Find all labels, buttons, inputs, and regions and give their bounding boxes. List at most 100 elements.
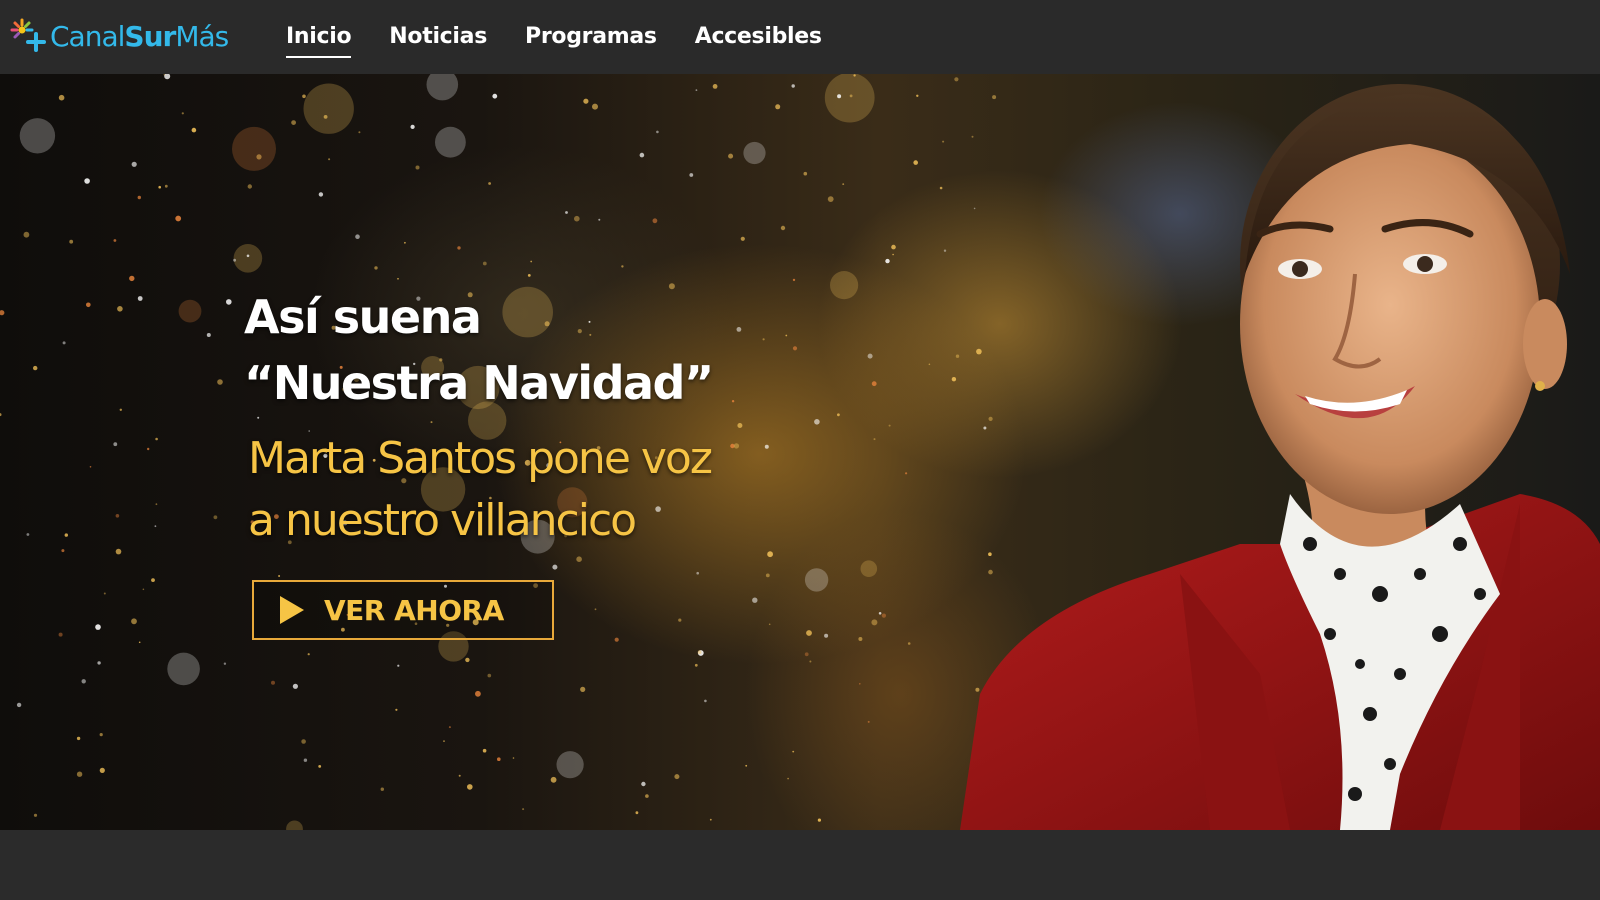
sparkle-dot: [888, 424, 891, 427]
sparkle-dot: [154, 525, 157, 528]
sparkle-dot: [247, 184, 252, 189]
sparkle-dot: [928, 363, 931, 366]
sparkle-dot: [867, 720, 870, 723]
nav-item-accesibles[interactable]: Accesibles: [695, 20, 822, 54]
brand-name: CanalSurMás: [50, 19, 229, 53]
sparkle-dot: [26, 533, 30, 536]
sparkle-dot: [853, 74, 856, 77]
sparkle-dot: [217, 379, 223, 385]
bokeh-light: [167, 652, 200, 686]
presenter-photo: [960, 84, 1600, 830]
sparkle-dot: [301, 739, 306, 744]
sparkle-dot: [467, 784, 473, 790]
sparkle-dot: [740, 236, 745, 241]
sparkle-dot: [380, 787, 384, 791]
sparkle-dot: [233, 258, 237, 262]
sparkle-dot: [76, 771, 83, 777]
sparkle-dot: [791, 84, 795, 88]
sparkle-dot: [652, 218, 658, 224]
sparkle-dot: [181, 112, 184, 115]
sparkle-dot: [565, 211, 568, 214]
canalsurmas-logo[interactable]: CanalSurMás: [8, 10, 229, 62]
sparkle-dot: [704, 699, 707, 703]
sparkle-dot: [943, 249, 947, 252]
sparkle-dot: [814, 419, 820, 425]
sparkle-dot: [397, 278, 399, 280]
sparkle-dot: [117, 306, 123, 312]
sparkle-dot: [246, 254, 250, 258]
sparkle-dot: [58, 632, 63, 637]
sparkle-dot: [307, 653, 310, 656]
sparkle-dot: [752, 597, 758, 603]
hero-subtitle: Marta Santos pone voz a nuestro villanci…: [248, 428, 808, 552]
sparkle-dot: [129, 275, 135, 282]
nav-item-noticias[interactable]: Noticias: [389, 20, 487, 54]
sparkle-dot: [696, 571, 699, 575]
sparkle-dot: [954, 77, 959, 82]
sparkle-dot: [885, 258, 890, 264]
sparkle-dot: [355, 234, 360, 239]
sparkle-dot: [292, 683, 298, 689]
sparkle-dot: [873, 438, 876, 441]
sparkle-dot: [64, 533, 69, 537]
sparkle-dot: [695, 89, 698, 91]
nav-item-inicio[interactable]: Inicio: [286, 20, 352, 58]
sparkle-dot: [328, 158, 331, 161]
sparkle-dot: [137, 195, 141, 200]
sparkle-dot: [318, 192, 324, 197]
sparkle-dot: [158, 185, 161, 189]
sparkle-dot: [951, 377, 957, 382]
hero-headline-line1: Así suena: [244, 290, 482, 344]
sparkle-dot: [881, 613, 887, 618]
sparkle-dot: [226, 299, 232, 305]
sparkle-dot: [131, 618, 137, 625]
sparkle-dot: [58, 94, 65, 101]
hero-headline: Así suena “Nuestra Navidad”: [244, 284, 804, 416]
sun-plus-icon: [10, 18, 46, 52]
play-icon: [280, 596, 304, 624]
sparkle-dot: [939, 186, 943, 190]
watch-now-button[interactable]: VER AHORA: [252, 580, 554, 640]
sparkle-dot: [99, 767, 105, 774]
sparkle-dot: [806, 630, 812, 636]
sparkle-dot: [410, 124, 415, 129]
sparkle-dot: [621, 265, 624, 268]
brand-name-part1: Canal: [50, 19, 125, 53]
bokeh-light: [426, 74, 459, 101]
sparkle-dot: [694, 663, 698, 667]
sparkle-dot: [780, 225, 786, 231]
sparkle-dot: [689, 173, 694, 177]
sparkle-dot: [583, 98, 589, 104]
sparkle-dot: [397, 664, 400, 667]
sparkle-dot: [206, 333, 211, 337]
sparkle-dot: [103, 592, 106, 595]
sparkle-dot: [97, 661, 101, 665]
sparkle-dot: [291, 120, 296, 125]
sparkle-dot: [113, 442, 118, 447]
nav-item-programas[interactable]: Programas: [525, 20, 657, 54]
sparkle-dot: [404, 241, 406, 244]
sparkle-dot: [151, 578, 155, 582]
sparkle-dot: [598, 218, 601, 221]
sparkle-dot: [16, 702, 22, 708]
sparkle-dot: [745, 764, 748, 767]
sparkle-dot: [552, 564, 558, 570]
sparkle-dot: [0, 413, 2, 417]
sparkle-dot: [62, 341, 66, 345]
sparkle-dot: [374, 266, 378, 270]
sparkle-dot: [278, 575, 281, 577]
hero-banner[interactable]: Así suena “Nuestra Navidad” Marta Santos…: [0, 74, 1600, 830]
bokeh-light: [233, 244, 263, 273]
bokeh-light: [178, 299, 202, 323]
sparkle-dot: [465, 657, 470, 663]
bokeh-light: [830, 271, 859, 300]
sparkle-dot: [842, 183, 845, 185]
sparkle-dot: [550, 776, 557, 783]
sparkle-dot: [709, 818, 712, 821]
sparkle-dot: [767, 551, 773, 558]
sparkle-dot: [678, 618, 682, 622]
sparkle-dot: [213, 515, 218, 520]
sparkle-dot: [23, 231, 30, 238]
sparkle-dot: [809, 660, 812, 663]
sparkle-dot: [223, 662, 227, 665]
